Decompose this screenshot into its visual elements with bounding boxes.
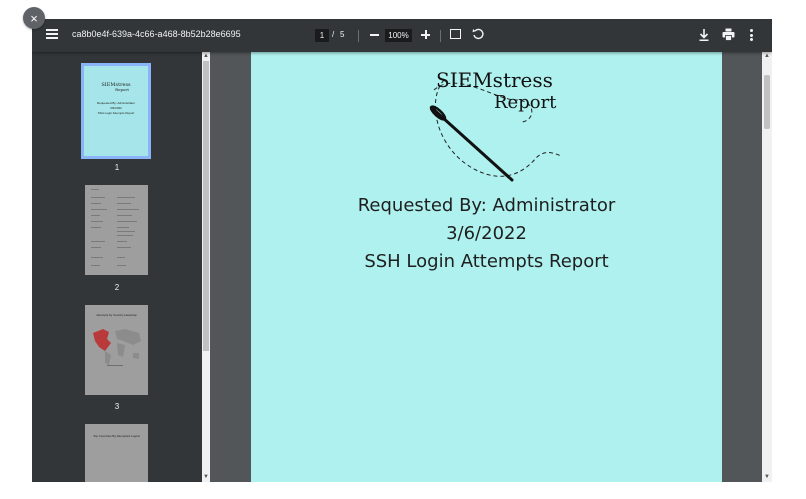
thumbnail-sidebar: SIEMstress Report Requested By: Administ… (32, 52, 202, 482)
rotate-icon[interactable] (472, 28, 484, 40)
thumbnail-number: 3 (114, 402, 120, 411)
thumb-top-countries-title: Top Countries By Attempted Logins (93, 434, 140, 438)
document-scroll-up-icon[interactable]: ▲ (764, 53, 770, 59)
close-icon: × (30, 10, 38, 26)
toolbar-divider (440, 30, 441, 42)
sidebar-scroll-down-icon[interactable]: ▼ (203, 474, 209, 480)
page-separator: / (332, 30, 335, 39)
sidebar-scroll-up-icon[interactable]: ▲ (203, 53, 209, 59)
thumb-date: 3/6/2022 (110, 106, 122, 110)
thumb-report-title: SSH Login Attempts Report (97, 111, 135, 115)
download-icon[interactable] (698, 28, 710, 42)
close-button[interactable]: × (23, 7, 45, 29)
pdf-page-1: SIEMstress Report Requested By: Administ… (251, 52, 722, 482)
more-options-icon[interactable] (747, 28, 755, 42)
logo-siemstress-text: SIEMstress (436, 68, 553, 92)
print-icon[interactable] (722, 28, 735, 41)
menu-icon[interactable] (44, 27, 60, 43)
page-number-input[interactable]: 1 (315, 29, 329, 42)
zoom-input[interactable]: 100% (385, 29, 412, 42)
document-title: ca8b0e4f-639a-4c66-a468-8b52b28e6695 (72, 29, 241, 39)
thumbnail-page-4[interactable]: Top Countries By Attempted Logins (85, 424, 148, 482)
thumb-world-map (93, 329, 141, 366)
document-scrollbar-thumb[interactable] (764, 75, 770, 129)
toolbar: ca8b0e4f-639a-4c66-a468-8b52b28e6695 1 /… (32, 19, 772, 52)
report-date: 3/6/2022 (446, 223, 527, 244)
report-title: SSH Login Attempts Report (364, 251, 609, 272)
document-scroll-down-icon[interactable]: ▼ (764, 474, 770, 480)
thumbnail-number: 2 (114, 283, 120, 292)
thumb-heatmap-title: Attempts by Country Heatmap (96, 313, 137, 317)
thumbnail-page-2[interactable] (85, 185, 148, 275)
thumbnail-page-3[interactable]: Attempts by Country Heatmap (85, 305, 148, 395)
page-total: 5 (340, 30, 345, 39)
logo-report-text: Report (494, 92, 557, 113)
requested-by-text: Requested By: Administrator (357, 195, 616, 216)
zoom-out-icon[interactable] (368, 27, 382, 41)
thumb-table-lines (91, 189, 139, 266)
thumbnail-page-1[interactable]: SIEMstress Report Requested By: Administ… (81, 63, 151, 159)
pdf-viewer: ca8b0e4f-639a-4c66-a468-8b52b28e6695 1 /… (32, 19, 772, 482)
thumbnail-number: 1 (114, 163, 120, 172)
zoom-in-icon[interactable] (419, 27, 433, 41)
sidebar-scrollbar-thumb[interactable] (203, 61, 209, 351)
document-area: SIEMstress Report Requested By: Administ… (210, 52, 762, 482)
thumb-logo-text-2: Report (115, 87, 129, 92)
fit-page-icon[interactable] (450, 29, 461, 39)
toolbar-divider (358, 30, 359, 42)
thumb-requested-by: Requested By: Administrator (96, 101, 136, 105)
